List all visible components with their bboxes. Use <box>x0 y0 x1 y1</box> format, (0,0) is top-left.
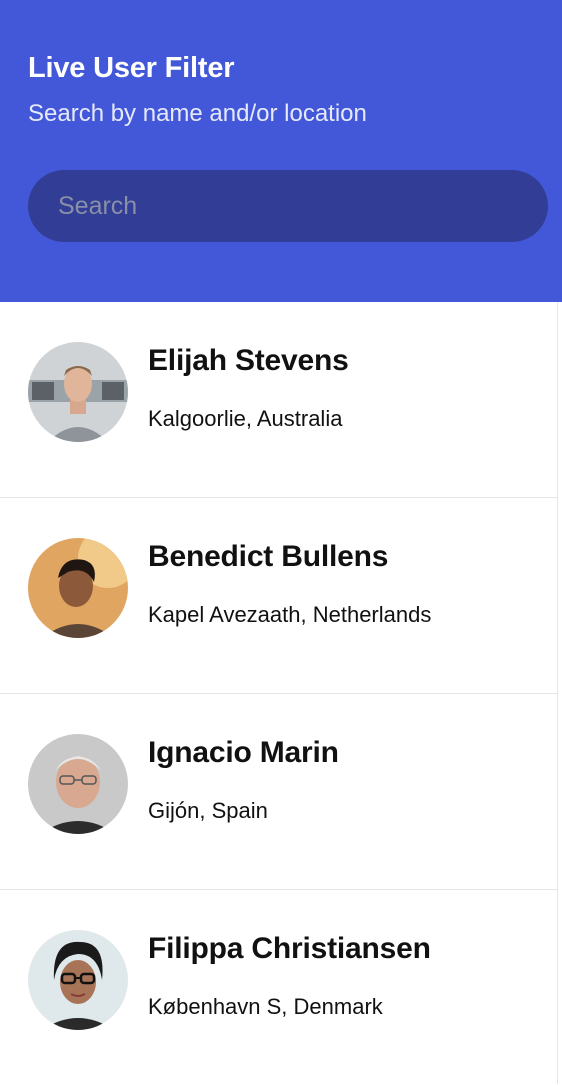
avatar <box>28 342 128 442</box>
list-item: Filippa Christiansen København S, Denmar… <box>0 890 558 1086</box>
avatar <box>28 930 128 1030</box>
user-list: Elijah Stevens Kalgoorlie, Australia Ben… <box>0 302 558 1084</box>
avatar <box>28 734 128 834</box>
list-item: Ignacio Marin Gijón, Spain <box>0 694 558 890</box>
page-title: Live User Filter <box>28 52 235 84</box>
user-location: København S, Denmark <box>148 994 383 1019</box>
list-item: Elijah Stevens Kalgoorlie, Australia <box>0 302 558 498</box>
user-name: Ignacio Marin <box>148 736 339 769</box>
list-item: Benedict Bullens Kapel Avezaath, Netherl… <box>0 498 558 694</box>
search-input[interactable] <box>28 170 548 242</box>
user-location: Gijón, Spain <box>148 798 268 823</box>
avatar <box>28 538 128 638</box>
header: Live User Filter Search by name and/or l… <box>0 0 562 302</box>
user-name: Elijah Stevens <box>148 344 349 377</box>
page-subtitle: Search by name and/or location <box>28 100 367 127</box>
user-location: Kalgoorlie, Australia <box>148 406 343 431</box>
user-name: Filippa Christiansen <box>148 932 431 965</box>
user-location: Kapel Avezaath, Netherlands <box>148 602 432 627</box>
user-name: Benedict Bullens <box>148 540 389 573</box>
